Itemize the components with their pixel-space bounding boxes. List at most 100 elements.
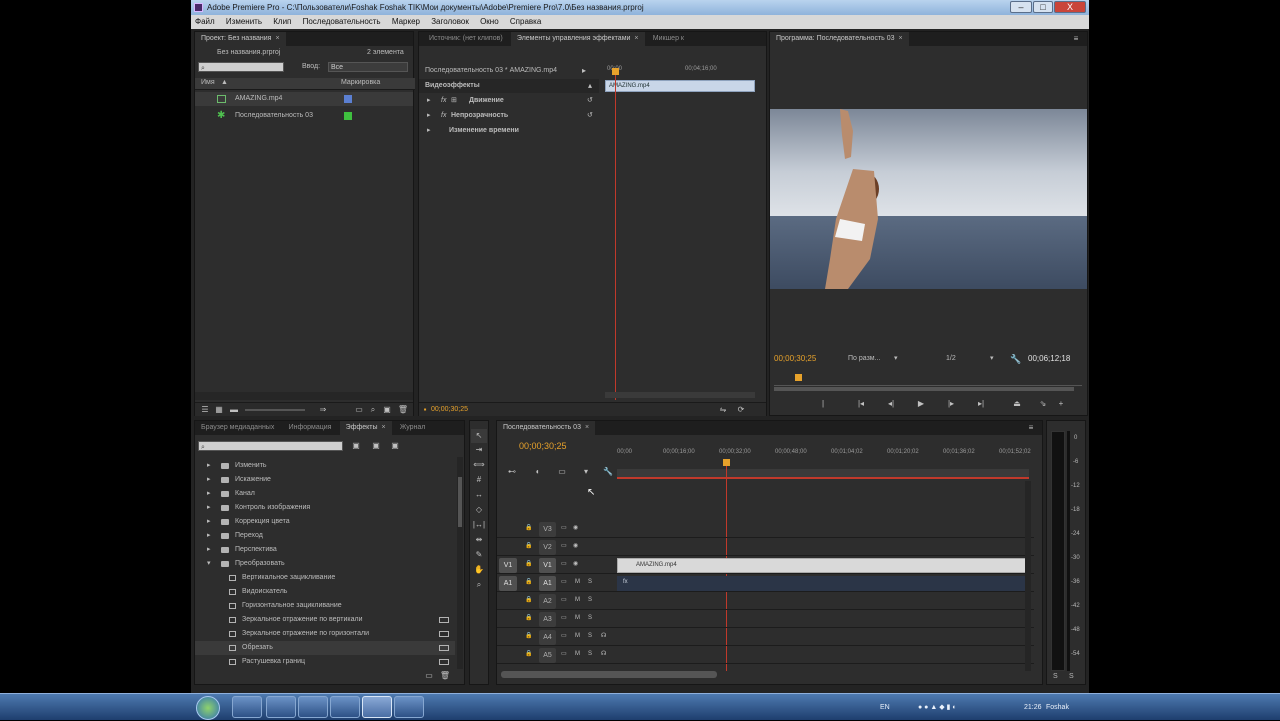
reset-icon[interactable]: ↺ — [587, 109, 593, 123]
menu-window[interactable]: Окно — [480, 17, 499, 26]
timeline-horizontal-scrollbar[interactable] — [501, 671, 717, 678]
mute-icon[interactable]: M — [575, 575, 580, 590]
solo-icon[interactable]: S — [588, 593, 592, 608]
language-indicator[interactable]: EN — [880, 694, 890, 721]
timeline-playhead-handle[interactable] — [723, 459, 730, 466]
project-item[interactable]: ✱ Последовательность 03 — [195, 109, 413, 123]
source-patch-v1[interactable]: V1 — [499, 558, 517, 573]
effect-folder[interactable]: ▸ Переход — [195, 529, 455, 543]
yuv-effects-icon[interactable]: ▣ — [389, 439, 401, 453]
panel-menu-icon[interactable]: ≡ — [1070, 32, 1082, 46]
ec-menu-icon[interactable]: ⟳ — [735, 403, 747, 417]
close-tab-icon[interactable]: × — [634, 35, 638, 42]
ec-playhead[interactable] — [615, 70, 616, 400]
tab-history[interactable]: Журнал — [394, 421, 432, 435]
start-button[interactable] — [196, 696, 220, 720]
effects-scrollbar[interactable] — [457, 457, 463, 669]
track-select-tool-icon[interactable]: ⇥ — [471, 443, 487, 457]
rolling-edit-tool-icon[interactable]: # — [471, 473, 487, 487]
mute-icon[interactable]: M — [575, 611, 580, 626]
slide-tool-icon[interactable]: ⇹ — [471, 533, 487, 547]
new-item-icon[interactable]: ▣ — [381, 403, 393, 417]
toggle-sync-icon[interactable]: ▭ — [561, 629, 567, 644]
effect-item[interactable]: Видоискатель — [195, 585, 455, 599]
clock-time[interactable]: 21:26 — [1024, 694, 1042, 721]
find-icon[interactable]: ⌕ — [367, 403, 379, 417]
mark-in-icon[interactable]: | — [810, 397, 836, 411]
delete-icon[interactable]: 🗑 — [397, 403, 409, 417]
step-forward-icon[interactable]: |▸ — [938, 397, 964, 411]
toggle-output-icon[interactable]: ▭ — [561, 521, 567, 536]
horizontal-scrollbar[interactable] — [195, 392, 413, 400]
ec-timecode[interactable]: 00;00;30;25 — [431, 403, 468, 417]
section-toggle-icon[interactable]: ▴ — [585, 79, 595, 93]
fx-icon[interactable]: fx — [441, 109, 446, 123]
resolution-dropdown[interactable]: 1/2 — [946, 352, 956, 366]
eye-icon[interactable]: ◉ — [573, 521, 578, 536]
minimize-button[interactable]: – — [1010, 1, 1032, 13]
icon-view-icon[interactable]: ▦ — [213, 403, 225, 417]
razor-tool-icon[interactable]: ◇ — [471, 503, 487, 517]
clock-user[interactable]: Foshak — [1046, 694, 1069, 721]
menu-title[interactable]: Заголовок — [431, 17, 469, 26]
program-current-timecode[interactable]: 00;00;30;25 — [774, 352, 816, 366]
effect-item-selected[interactable]: Обрезать — [195, 641, 455, 655]
timeline-timecode[interactable]: 00;00;30;25 — [519, 439, 567, 453]
eye-icon[interactable]: ◉ — [573, 539, 578, 554]
pen-tool-icon[interactable]: ✎ — [471, 548, 487, 562]
in-dropdown[interactable]: Все — [328, 62, 408, 72]
toggle-sync-icon[interactable]: ▭ — [561, 575, 567, 590]
effect-row[interactable]: ▸ fx Непрозрачность ↺ — [419, 109, 599, 123]
sort-up-icon[interactable]: ▲ — [221, 77, 228, 91]
lock-icon[interactable]: 🔒 — [525, 611, 532, 626]
solo-icon[interactable]: S — [588, 629, 592, 644]
solo-right-icon[interactable]: S — [1069, 673, 1074, 680]
toggle-sync-icon[interactable]: ▭ — [561, 647, 567, 662]
timeline-settings-icon[interactable]: 🔧 — [601, 465, 615, 479]
ec-zoom-bar[interactable] — [605, 392, 755, 398]
tab-sequence[interactable]: Последовательность 03 × — [497, 421, 596, 435]
close-tab-icon[interactable]: × — [899, 35, 903, 42]
ec-clip-bar[interactable]: AMAZING.mp4 — [605, 80, 755, 92]
close-tab-icon[interactable]: × — [275, 35, 279, 42]
marker-icon[interactable]: ▾ — [579, 465, 593, 479]
effect-folder[interactable]: ▸ Перспектива — [195, 543, 455, 557]
list-view-icon[interactable]: ☰ — [199, 403, 211, 417]
menu-marker[interactable]: Маркер — [392, 17, 420, 26]
go-to-out-icon[interactable]: ▸| — [968, 397, 994, 411]
track-label[interactable]: V3 — [539, 522, 556, 537]
mute-icon[interactable]: M — [575, 593, 580, 608]
toggle-sync-icon[interactable]: ▭ — [561, 593, 567, 608]
go-to-in-icon[interactable]: |◂ — [848, 397, 874, 411]
effect-folder[interactable]: ▸ Контроль изображения — [195, 501, 455, 515]
zoom-out-icon[interactable]: ▬ — [229, 403, 239, 417]
ripple-edit-tool-icon[interactable]: ⟺ — [471, 458, 487, 472]
program-zoom-bar[interactable] — [774, 387, 1074, 391]
audio-clip[interactable]: fx — [617, 576, 1029, 591]
video-clip[interactable]: AMAZING.mp4 — [617, 558, 1029, 573]
rate-stretch-tool-icon[interactable]: ↔ — [471, 488, 487, 502]
hand-tool-icon[interactable]: ✋ — [471, 563, 487, 577]
taskbar-app-illustrator-icon[interactable] — [298, 696, 328, 718]
effect-folder[interactable]: ▾ Преобразовать — [195, 557, 455, 571]
program-playhead-handle[interactable] — [795, 374, 802, 381]
mute-icon[interactable]: M — [575, 647, 580, 662]
tab-effect-controls[interactable]: Элементы управления эффектами × — [510, 32, 645, 46]
panel-menu-icon[interactable]: ≡ — [1025, 421, 1037, 435]
effect-row[interactable]: ▸ Изменение времени — [419, 124, 599, 138]
close-tab-icon[interactable]: × — [585, 424, 589, 431]
close-tab-icon[interactable]: × — [382, 424, 386, 431]
track-label[interactable]: A4 — [539, 630, 556, 645]
filter-icon[interactable]: ⇋ — [717, 403, 729, 417]
32bit-effects-icon[interactable]: ▣ — [370, 439, 382, 453]
timeline-ruler[interactable]: 00;00 00;00;16;00 00;00;32;00 00;00;48;0… — [617, 449, 1031, 460]
toggle-sync-icon[interactable]: ▭ — [561, 611, 567, 626]
eye-icon[interactable]: ◉ — [573, 557, 578, 572]
delete-icon[interactable]: 🗑 — [439, 669, 451, 683]
close-button[interactable]: X — [1054, 1, 1086, 13]
zoom-tool-icon[interactable]: ⌕ — [471, 578, 487, 592]
tab-mixer[interactable]: Микшер к — [647, 32, 690, 46]
lock-icon[interactable]: 🔒 — [525, 557, 532, 572]
effect-item[interactable]: Горизонтальное зацикливание — [195, 599, 455, 613]
tab-project[interactable]: Проект: Без названия × — [195, 32, 286, 46]
